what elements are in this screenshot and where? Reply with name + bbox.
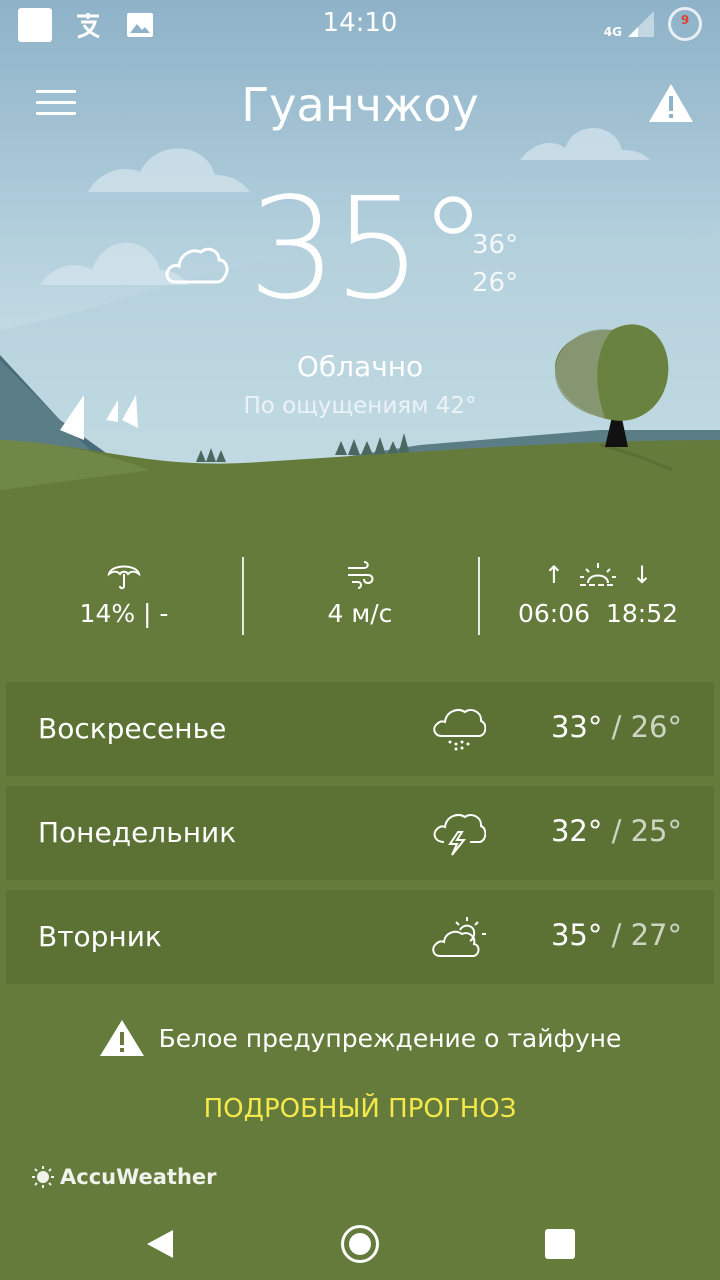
sunset-time: 18:52: [605, 599, 678, 628]
recent-apps-icon[interactable]: [545, 1229, 575, 1259]
status-bar: 14:10 4G 9: [0, 0, 720, 50]
detailed-forecast-link[interactable]: ПОДРОБНЫЙ ПРОГНОЗ: [0, 1094, 720, 1124]
today-low-temp: 26°: [472, 268, 519, 298]
wind-value: 4 м/с: [327, 599, 393, 628]
signal-icon: [628, 11, 654, 37]
sunrise-time: 06:06: [518, 599, 591, 628]
forecast-row-monday[interactable]: Понедельник 32° / 25°: [6, 786, 714, 880]
warning-triangle-icon: [99, 1020, 144, 1056]
sun-stat: ↑ ↓ 06:06 18:52: [478, 555, 718, 628]
warning-triangle-icon[interactable]: [648, 82, 694, 126]
forecast-day-name: Понедельник: [38, 816, 237, 849]
back-icon[interactable]: [145, 1228, 175, 1260]
forecast-sep: /: [611, 814, 622, 848]
condition-text: Облачно: [296, 350, 424, 383]
forecast-low: 26°: [630, 710, 682, 744]
typhoon-alert[interactable]: Белое предупреждение о тайфуне: [0, 1018, 720, 1058]
home-icon[interactable]: [341, 1225, 379, 1263]
thunderstorm-icon: [433, 814, 486, 856]
forecast-day-name: Воскресенье: [38, 712, 227, 745]
forecast-temps: 32° / 25°: [551, 814, 682, 848]
network-type-label: 4G: [603, 25, 622, 39]
precipitation-stat: 14% | -: [4, 555, 244, 628]
navigation-bar: [0, 1210, 720, 1280]
wind-icon: [348, 561, 374, 589]
brand-name: AccuWeather: [60, 1165, 217, 1189]
umbrella-icon: [107, 565, 141, 590]
feels-like-text: По ощущениям 42°: [243, 393, 477, 419]
today-high-temp: 36°: [472, 230, 519, 260]
cloud-icon: [165, 247, 229, 284]
precipitation-value: 14% | -: [79, 599, 169, 628]
accuweather-logo[interactable]: AccuWeather: [32, 1165, 217, 1189]
forecast-high: 35°: [550, 918, 603, 952]
sun-logo-icon: [32, 1166, 54, 1188]
forecast-low: 27°: [630, 918, 682, 952]
alert-text: Белое предупреждение о тайфуне: [158, 1023, 622, 1053]
sunrise-arrow-icon: ↑: [543, 561, 564, 589]
sun-times: 06:06 18:52: [478, 599, 718, 628]
forecast-sep: /: [611, 710, 622, 744]
forecast-row-sunday[interactable]: Воскресенье 33° / 26°: [6, 682, 714, 776]
rain-cloud-icon: [433, 709, 486, 751]
city-title: Гуанчжоу: [241, 78, 479, 132]
forecast-temps: 33° / 26°: [551, 710, 682, 744]
forecast-high: 32°: [550, 814, 603, 848]
forecast-sep: /: [611, 918, 622, 952]
forecast-high: 33°: [550, 710, 603, 744]
stats-row: 14% | - 4 м/с ↑ ↓ 06:06 18:52: [0, 555, 720, 635]
battery-icon: 9: [668, 7, 702, 41]
forecast-low: 25°: [630, 814, 682, 848]
forecast-row-tuesday[interactable]: Вторник 35° / 27°: [6, 890, 714, 984]
current-temperature: 35°: [248, 168, 488, 331]
partly-cloudy-icon: [432, 917, 486, 957]
forecast-day-name: Вторник: [38, 920, 162, 953]
sunset-arrow-icon: ↓: [632, 561, 653, 589]
forecast-temps: 35° / 27°: [551, 918, 682, 952]
sunrise-icon: [580, 563, 616, 586]
wind-stat: 4 м/с: [240, 555, 480, 628]
